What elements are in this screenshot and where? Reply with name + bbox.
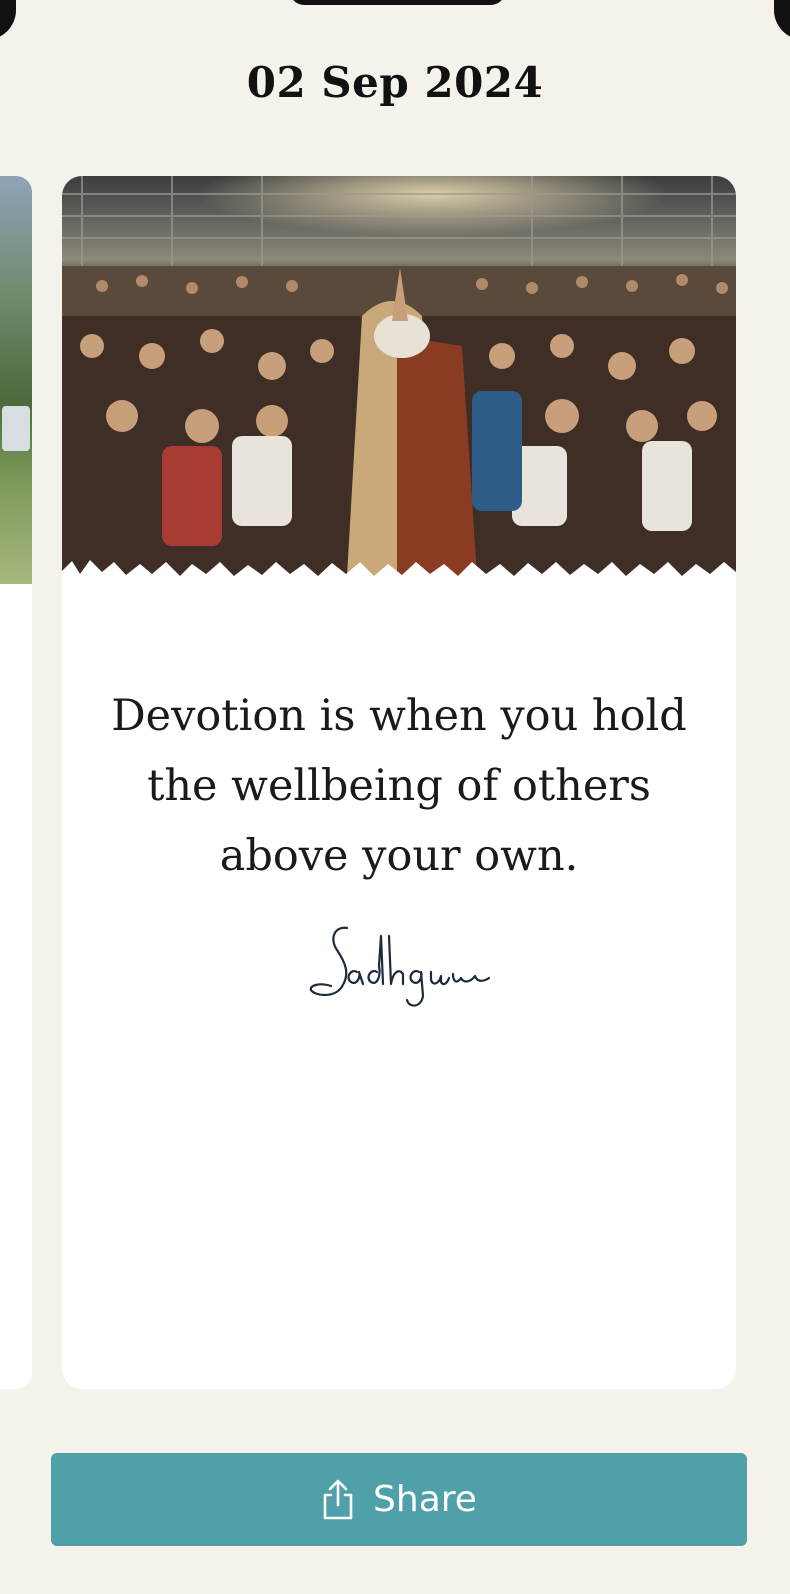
quote-card[interactable]: Devotion is when you hold the wellbeing …: [62, 176, 736, 1389]
signature-sadhguru: [309, 926, 491, 1007]
screen-bezel-left: [0, 0, 16, 40]
crowd-photo: [62, 176, 736, 596]
previous-card-photo: [0, 176, 32, 584]
previous-photo-detail: [2, 406, 30, 451]
screen-bezel-right: [774, 0, 790, 40]
share-button-label: Share: [373, 1479, 477, 1520]
previous-quote-card[interactable]: [0, 176, 32, 1389]
quote-date: 02 Sep 2024: [246, 58, 544, 107]
share-icon: [323, 1479, 353, 1519]
device-notch: [290, 0, 505, 5]
app-screen: 02 Sep 2024 Devotion is when you hold th…: [0, 0, 790, 1594]
share-button[interactable]: Share: [51, 1453, 747, 1546]
quote-text: Devotion is when you hold the wellbeing …: [111, 691, 687, 881]
